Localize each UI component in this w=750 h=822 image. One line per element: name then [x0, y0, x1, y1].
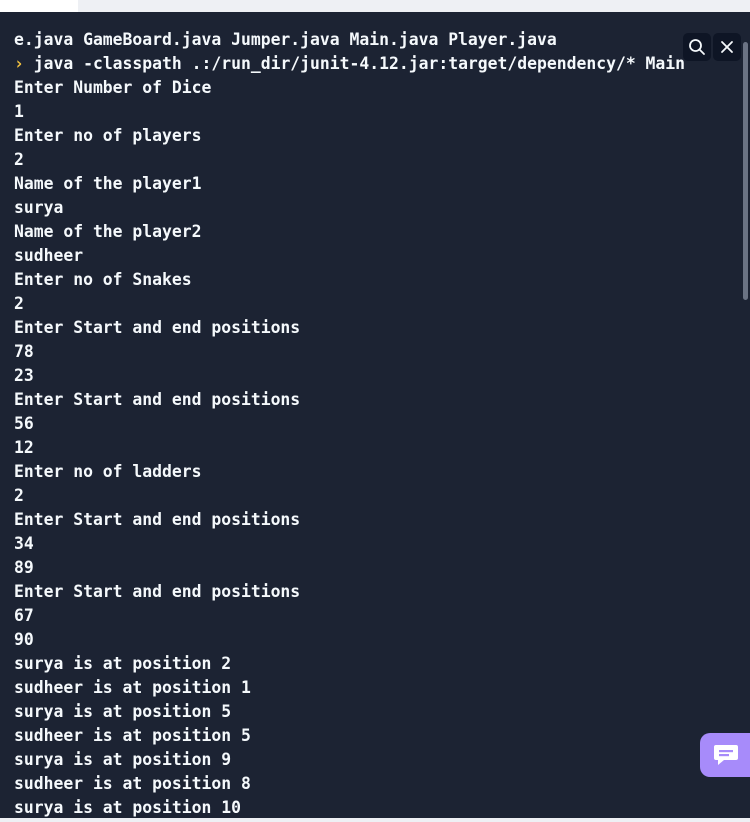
close-icon: [721, 41, 733, 53]
terminal-command-line: › java -classpath .:/run_dir/junit-4.12.…: [14, 52, 685, 76]
search-icon: [689, 39, 705, 55]
terminal-output-line: 34: [14, 534, 34, 553]
chat-bubble-icon: [714, 745, 738, 765]
terminal-output-line: surya is at position 5: [14, 702, 232, 721]
terminal-command: java -classpath .:/run_dir/junit-4.12.ja…: [23, 54, 686, 73]
terminal-output-line: 78: [14, 342, 34, 361]
terminal-output-line: 2: [14, 486, 24, 505]
terminal-output-line: surya is at position 9: [14, 750, 232, 769]
terminal-scrollbar[interactable]: [743, 42, 748, 300]
terminal-output-line: 1: [14, 102, 24, 121]
prompt-icon: ›: [14, 54, 24, 73]
close-button[interactable]: [713, 33, 741, 61]
terminal-output-line: Enter Number of Dice: [14, 78, 212, 97]
terminal-output-line: Enter Start and end positions: [14, 318, 301, 337]
terminal-output-line: 2: [14, 150, 24, 169]
terminal-output-line: sudheer is at position 5: [14, 726, 251, 745]
terminal-output: e.java GameBoard.java Jumper.java Main.j…: [14, 28, 685, 818]
terminal-output-line: 23: [14, 366, 34, 385]
terminal-output-line: Enter no of ladders: [14, 462, 202, 481]
tab-edge: [0, 0, 78, 12]
terminal-output-line: 56: [14, 414, 34, 433]
terminal-output-line: Enter no of Snakes: [14, 270, 192, 289]
terminal-output-line: surya is at position 10: [14, 798, 241, 817]
terminal-output-line: 2: [14, 294, 24, 313]
terminal-output-line: surya: [14, 198, 64, 217]
terminal-output-line: 67: [14, 606, 34, 625]
window-bottom-edge: [0, 818, 750, 822]
terminal-output-line: sudheer: [14, 246, 84, 265]
terminal-output-line: 12: [14, 438, 34, 457]
terminal-panel[interactable]: e.java GameBoard.java Jumper.java Main.j…: [0, 12, 750, 818]
terminal-output-line: surya is at position 2: [14, 654, 232, 673]
terminal-header-line: e.java GameBoard.java Jumper.java Main.j…: [14, 30, 557, 49]
window-top-bar: [0, 0, 750, 12]
terminal-output-line: Name of the player1: [14, 174, 202, 193]
terminal-output-line: Enter Start and end positions: [14, 582, 301, 601]
terminal-output-line: 89: [14, 558, 34, 577]
chat-button[interactable]: [700, 733, 750, 777]
terminal-output-line: Enter Start and end positions: [14, 390, 301, 409]
terminal-output-line: sudheer is at position 1: [14, 678, 251, 697]
terminal-output-line: Name of the player2: [14, 222, 202, 241]
terminal-actions: [683, 33, 741, 61]
terminal-output-line: Enter Start and end positions: [14, 510, 301, 529]
terminal-output-line: 90: [14, 630, 34, 649]
terminal-output-line: sudheer is at position 8: [14, 774, 251, 793]
search-button[interactable]: [683, 33, 711, 61]
terminal-output-line: Enter no of players: [14, 126, 202, 145]
